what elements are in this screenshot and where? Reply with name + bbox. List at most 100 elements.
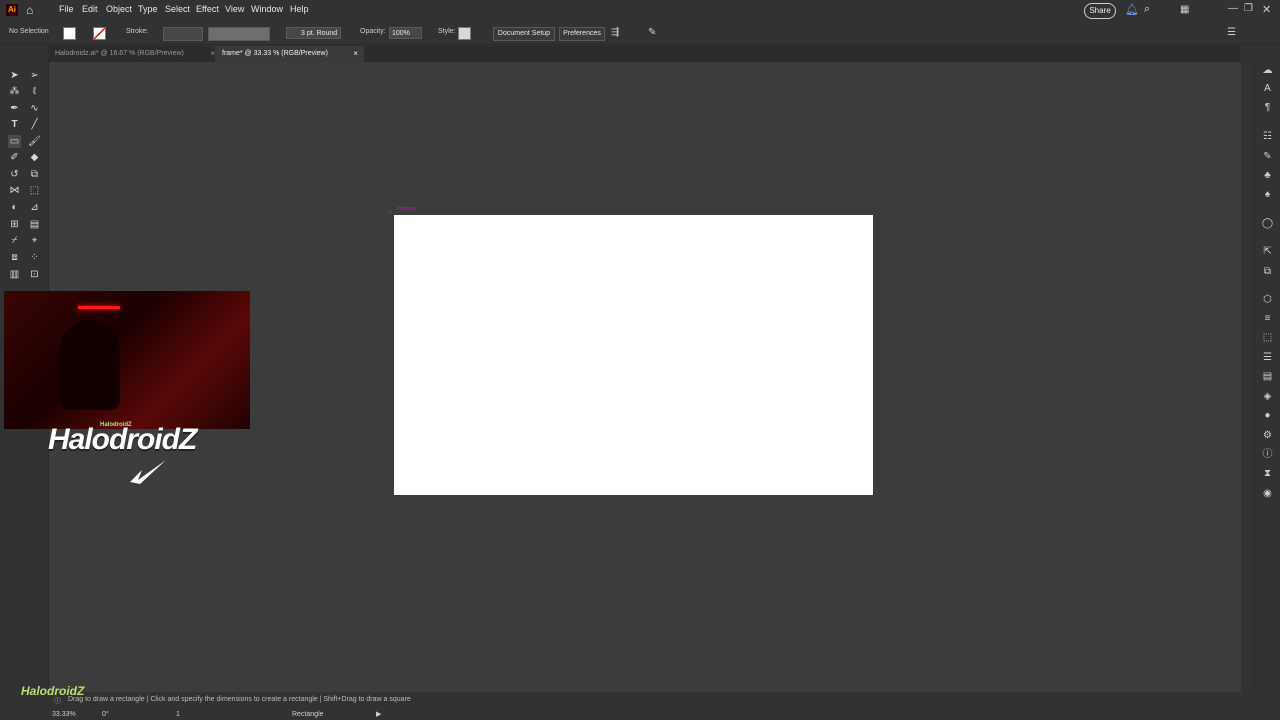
- mesh-tool-icon[interactable]: ⊞: [8, 218, 21, 231]
- menu-effect[interactable]: Effect: [196, 4, 219, 14]
- preferences-button[interactable]: Preferences: [559, 27, 605, 41]
- artboards-icon[interactable]: ⧉: [1261, 265, 1274, 278]
- asset-export-icon[interactable]: ⬚: [1261, 331, 1274, 344]
- crosshair-cursor-icon: +: [388, 210, 393, 217]
- notifications-icon[interactable]: 🔔︎: [1125, 3, 1139, 16]
- webcam-overlay: [4, 291, 250, 429]
- line-tool-icon[interactable]: ╱: [28, 118, 41, 131]
- menu-help[interactable]: Help: [290, 4, 309, 14]
- properties-icon[interactable]: ☷: [1261, 130, 1274, 143]
- arrange-icon[interactable]: ⇶: [611, 27, 619, 38]
- menu-window[interactable]: Window: [251, 4, 283, 14]
- info-icon: ⓘ: [54, 698, 61, 705]
- style-label: Style:: [438, 28, 456, 35]
- artboard[interactable]: [394, 215, 873, 495]
- artboard-number[interactable]: 1: [176, 711, 180, 718]
- rectangle-tool-icon[interactable]: ▭: [8, 135, 21, 148]
- opacity-field[interactable]: 100%: [389, 27, 422, 39]
- appearance-icon[interactable]: ●: [1261, 409, 1274, 422]
- graph-tool-icon[interactable]: ▥: [8, 268, 21, 281]
- current-tool-status: Rectangle: [292, 711, 324, 718]
- width-tool-icon[interactable]: ⋈: [8, 184, 21, 197]
- menu-object[interactable]: Object: [106, 4, 132, 14]
- brand-logo: HalodroidZ: [48, 423, 197, 456]
- restore-icon[interactable]: ❐: [1244, 3, 1253, 14]
- streamer: [60, 320, 120, 410]
- transform-icon[interactable]: ⧗: [1261, 467, 1274, 480]
- stroke-label: Stroke:: [126, 28, 149, 35]
- menu-view[interactable]: View: [225, 4, 244, 14]
- app-logo: Ai: [6, 4, 18, 16]
- panel-menu-icon[interactable]: ☰: [1227, 27, 1236, 38]
- gradient-panel-icon[interactable]: ▤: [1261, 370, 1274, 383]
- status-hint: Drag to draw a rectangle | Click and spe…: [68, 696, 411, 703]
- direct-selection-tool-icon[interactable]: ➢: [28, 69, 41, 82]
- tab-label: Halodroidz.ai* @ 16.67 % (RGB/Preview): [55, 50, 184, 57]
- magic-wand-tool-icon[interactable]: ⁂: [8, 85, 21, 98]
- variable-width-profile[interactable]: [208, 27, 270, 41]
- measure-tool-icon[interactable]: ⌖: [28, 234, 41, 247]
- checkmark-logo-icon: [130, 460, 166, 484]
- stroke-swatch[interactable]: [93, 27, 106, 40]
- rotate-tool-icon[interactable]: ↺: [8, 168, 21, 181]
- search-icon[interactable]: ⌕: [1144, 3, 1150, 16]
- lasso-tool-icon[interactable]: ℓ: [28, 85, 41, 98]
- menu-edit[interactable]: Edit: [82, 4, 98, 14]
- tab-halodroidz[interactable]: Halodroidz.ai* @ 16.67 % (RGB/Preview) ×: [48, 46, 221, 62]
- menu-select[interactable]: Select: [165, 4, 190, 14]
- fill-swatch[interactable]: [63, 27, 76, 40]
- color-icon[interactable]: ◉: [1261, 487, 1274, 500]
- zoom-level[interactable]: 33.33%: [52, 711, 76, 718]
- curvature-tool-icon[interactable]: ∿: [28, 102, 41, 115]
- info-icon[interactable]: ⓘ: [1261, 448, 1274, 461]
- minimize-icon[interactable]: —: [1228, 3, 1238, 14]
- smart-guide-label: intersect: [397, 206, 416, 212]
- libraries-icon[interactable]: ☁: [1261, 64, 1274, 77]
- selection-status: No Selection: [9, 28, 49, 35]
- stroke-weight-field[interactable]: [163, 27, 203, 41]
- settings-icon[interactable]: ⚙: [1261, 429, 1274, 442]
- character-icon[interactable]: A: [1261, 82, 1274, 95]
- free-transform-tool-icon[interactable]: ⬚: [28, 184, 41, 197]
- artboard-tool-icon[interactable]: ⊡: [28, 268, 41, 281]
- play-icon[interactable]: ▶: [376, 710, 381, 718]
- home-icon[interactable]: ⌂: [26, 3, 33, 17]
- gradient-tool-icon[interactable]: ▤: [28, 218, 41, 231]
- close-icon[interactable]: ×: [353, 46, 358, 62]
- eyedropper-tool-icon[interactable]: ⌿: [8, 234, 21, 247]
- layers-icon[interactable]: ◈: [1261, 390, 1274, 403]
- 3d-icon[interactable]: ⬡: [1261, 293, 1274, 306]
- share-button[interactable]: Share: [1084, 3, 1116, 19]
- blend-tool-icon[interactable]: ⧈: [8, 251, 21, 264]
- document-setup-button[interactable]: Document Setup: [493, 27, 555, 41]
- paragraph-icon[interactable]: ¶: [1261, 101, 1274, 114]
- graphic-styles-icon[interactable]: ♠: [1261, 188, 1274, 201]
- symbols-icon[interactable]: ♣: [1261, 169, 1274, 182]
- perspective-grid-tool-icon[interactable]: ⊿: [28, 201, 41, 214]
- menu-type[interactable]: Type: [138, 4, 158, 14]
- brushes-icon[interactable]: ✎: [1261, 150, 1274, 163]
- scale-tool-icon[interactable]: ⧉: [28, 168, 41, 181]
- shaper-tool-icon[interactable]: ✐: [8, 151, 21, 164]
- workspace-icon[interactable]: ▦: [1180, 4, 1189, 15]
- menu-file[interactable]: File: [59, 4, 74, 14]
- eraser-tool-icon[interactable]: ◆: [28, 151, 41, 164]
- tab-label: frame* @ 33.33 % (RGB/Preview): [222, 50, 328, 57]
- tab-frame[interactable]: frame* @ 33.33 % (RGB/Preview) ×: [215, 46, 364, 62]
- pen-tool-icon[interactable]: ✒: [8, 102, 21, 115]
- graphic-style-swatch[interactable]: [458, 27, 471, 40]
- align-icon[interactable]: ☰: [1261, 351, 1274, 364]
- neon-light: [78, 306, 120, 309]
- close-window-icon[interactable]: ✕: [1262, 3, 1271, 16]
- selection-tool-icon[interactable]: ➤: [8, 69, 21, 82]
- symbol-sprayer-tool-icon[interactable]: ⁘: [28, 251, 41, 264]
- adjust-icon[interactable]: ≡: [1261, 312, 1274, 325]
- type-tool-icon[interactable]: T: [8, 118, 21, 131]
- shape-builder-tool-icon[interactable]: ◐: [8, 201, 21, 214]
- export-icon[interactable]: ⇱: [1261, 245, 1274, 258]
- edit-toolbar-icon[interactable]: ✎: [648, 27, 656, 38]
- paintbrush-tool-icon[interactable]: 🖌︎: [28, 135, 41, 148]
- stroke-panel-icon[interactable]: ◯: [1261, 217, 1274, 230]
- brush-definition[interactable]: 3 pt. Round: [286, 27, 341, 39]
- rotation-angle[interactable]: 0°: [102, 711, 109, 718]
